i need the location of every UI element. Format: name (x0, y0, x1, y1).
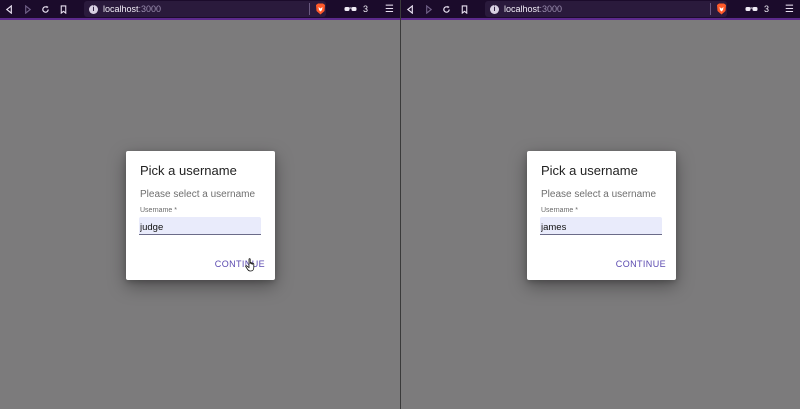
extension-count: 3 (764, 4, 770, 14)
username-dialog: Pick a username Please select a username… (527, 151, 676, 280)
extension-badge[interactable]: 3 (338, 2, 374, 16)
glasses-icon (344, 4, 357, 14)
url-host: localhost (504, 4, 540, 14)
bookmark-icon[interactable] (54, 0, 72, 18)
url-bar[interactable]: i localhost:3000 (485, 1, 727, 17)
browser-toolbar: i localhost:3000 3 ☰ (401, 0, 800, 20)
continue-button[interactable]: CONTINUE (215, 259, 265, 269)
forward-icon[interactable] (419, 0, 437, 18)
browser-window-right: i localhost:3000 3 ☰ Pick a username Ple… (401, 0, 800, 409)
back-icon[interactable] (401, 0, 419, 18)
browser-toolbar: i localhost:3000 3 ☰ (0, 0, 400, 20)
continue-button[interactable]: CONTINUE (616, 259, 666, 269)
forward-icon[interactable] (18, 0, 36, 18)
url-host: localhost (103, 4, 139, 14)
toolbar-separator (710, 3, 711, 15)
reload-icon[interactable] (36, 0, 54, 18)
info-icon[interactable]: i (490, 4, 499, 14)
hand-pointer-cursor-icon (245, 258, 257, 272)
bookmark-icon[interactable] (455, 0, 473, 18)
url-port: :3000 (539, 4, 563, 14)
username-input[interactable] (139, 219, 261, 236)
dialog-text: Please select a username (541, 189, 657, 200)
info-icon[interactable]: i (89, 4, 98, 14)
username-field-container (540, 217, 662, 236)
url-port: :3000 (138, 4, 162, 14)
menu-icon[interactable]: ☰ (785, 0, 794, 18)
reload-icon[interactable] (437, 0, 455, 18)
extension-badge[interactable]: 3 (739, 2, 775, 16)
url-bar[interactable]: i localhost:3000 (84, 1, 326, 17)
brave-shield-icon[interactable] (313, 2, 327, 16)
browser-window-left: i localhost:3000 3 ☰ Pick a username Ple… (0, 0, 400, 409)
dialog-text: Please select a username (140, 189, 256, 200)
dialog-title: Pick a username (541, 163, 638, 178)
menu-icon[interactable]: ☰ (385, 0, 394, 18)
split-screen: i localhost:3000 3 ☰ Pick a username Ple… (0, 0, 800, 409)
username-input[interactable] (540, 219, 662, 236)
username-label: Username * (541, 207, 578, 214)
extension-count: 3 (363, 4, 369, 14)
back-icon[interactable] (0, 0, 18, 18)
username-field-container (139, 217, 261, 236)
toolbar-separator (309, 3, 310, 15)
username-label: Username * (140, 207, 177, 214)
dialog-title: Pick a username (140, 163, 237, 178)
brave-shield-icon[interactable] (714, 2, 728, 16)
glasses-icon (745, 4, 758, 14)
